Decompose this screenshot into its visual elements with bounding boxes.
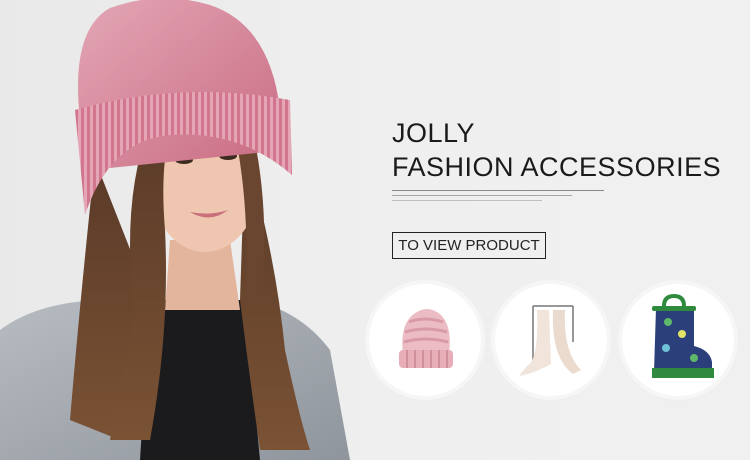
rain-boot-icon: [652, 293, 714, 378]
product-thumbnail-beanie[interactable]: [369, 284, 481, 396]
divider-line: [392, 200, 542, 201]
view-product-button[interactable]: TO VIEW PRODUCT: [392, 232, 546, 259]
scarf-icon: [519, 305, 581, 376]
product-thumbnail-scarf[interactable]: [495, 284, 607, 396]
fashion-banner: JOLLY FASHION ACCESSORIES TO VIEW PRODUC…: [0, 0, 750, 460]
model-photo: [0, 0, 350, 460]
headline-line-1: JOLLY: [392, 118, 476, 148]
divider-line: [392, 190, 604, 191]
product-thumbnail-rain-boot[interactable]: [622, 284, 734, 396]
divider-line: [392, 195, 572, 196]
headline-line-2: FASHION ACCESSORIES: [392, 152, 722, 182]
knit-beanie-icon: [399, 309, 453, 368]
